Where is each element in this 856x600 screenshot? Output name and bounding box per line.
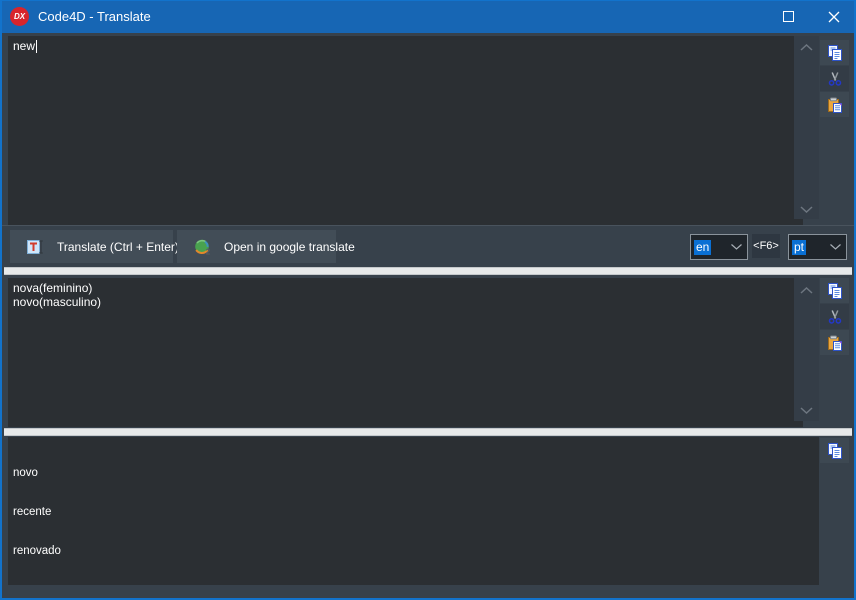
maximize-button[interactable]	[766, 0, 811, 33]
google-button-label: Open in google translate	[224, 239, 355, 254]
horizontal-splitter-bottom[interactable]	[4, 428, 852, 436]
scroll-up-icon	[800, 43, 813, 51]
scroll-down-icon	[800, 406, 813, 414]
chevron-down-icon	[830, 244, 841, 250]
result-copy-button[interactable]	[820, 278, 849, 303]
translate-button-label: Translate (Ctrl + Enter)	[57, 239, 179, 254]
source-cut-button[interactable]	[820, 66, 849, 91]
result-paste-button[interactable]	[820, 330, 849, 355]
alternatives-list[interactable]: novo recente renovado novato moderno ori…	[8, 437, 819, 585]
maximize-icon	[783, 11, 794, 22]
app-logo-icon: DX	[10, 7, 29, 26]
copy-icon	[827, 442, 843, 459]
result-scroll-down-button[interactable]	[797, 404, 816, 416]
open-google-translate-button[interactable]: 2 Open in google translate	[177, 230, 355, 263]
google-translate-icon: 2	[194, 238, 211, 255]
alternatives-copy-button[interactable]	[820, 438, 849, 463]
result-scroll-up-button[interactable]	[797, 284, 816, 296]
translate-button[interactable]: Translate (Ctrl + Enter)	[10, 230, 179, 263]
source-paste-button[interactable]	[820, 92, 849, 117]
svg-text:2: 2	[206, 248, 211, 256]
source-text: new	[13, 39, 36, 53]
window-title: Code4D - Translate	[38, 9, 151, 24]
list-item: novato	[13, 584, 814, 585]
result-line: nova(feminino)	[13, 281, 93, 295]
copy-icon	[827, 44, 843, 61]
source-text-editor[interactable]: new	[8, 36, 803, 225]
app-logo-text: DX	[13, 12, 26, 21]
close-icon	[828, 11, 840, 23]
source-scrollbar[interactable]	[794, 36, 819, 219]
scroll-up-icon	[800, 286, 813, 294]
text-caret	[36, 40, 38, 53]
translate-icon	[27, 239, 44, 255]
list-item: recente	[13, 506, 52, 518]
horizontal-splitter-top[interactable]	[4, 267, 852, 275]
scissors-icon	[827, 309, 843, 325]
close-button[interactable]	[811, 0, 856, 33]
copy-icon	[827, 282, 843, 299]
list-item: novo	[13, 467, 38, 479]
chevron-down-icon	[731, 244, 742, 250]
source-language-select[interactable]: en	[690, 234, 748, 260]
target-language-select[interactable]: pt	[788, 234, 847, 260]
translation-result-editor[interactable]: nova(feminino) novo(masculino)	[8, 278, 803, 427]
source-language-value: en	[694, 239, 712, 255]
result-line: novo(masculino)	[13, 295, 102, 309]
scissors-icon	[827, 71, 843, 87]
source-scroll-down-button[interactable]	[797, 203, 816, 215]
titlebar[interactable]: DX Code4D - Translate	[0, 0, 856, 33]
toolbar-divider	[0, 225, 856, 226]
app-window: DX Code4D - Translate new Translate (Ctr…	[0, 0, 856, 600]
source-scroll-up-button[interactable]	[797, 41, 816, 53]
source-copy-button[interactable]	[820, 40, 849, 65]
target-language-value: pt	[792, 239, 807, 255]
result-cut-button[interactable]	[820, 304, 849, 329]
paste-icon	[827, 97, 843, 113]
paste-icon	[827, 335, 843, 351]
list-item: renovado	[13, 545, 61, 557]
swap-shortcut-label: <F6>	[752, 234, 780, 258]
result-scrollbar[interactable]	[794, 278, 819, 421]
scroll-down-icon	[800, 205, 813, 213]
